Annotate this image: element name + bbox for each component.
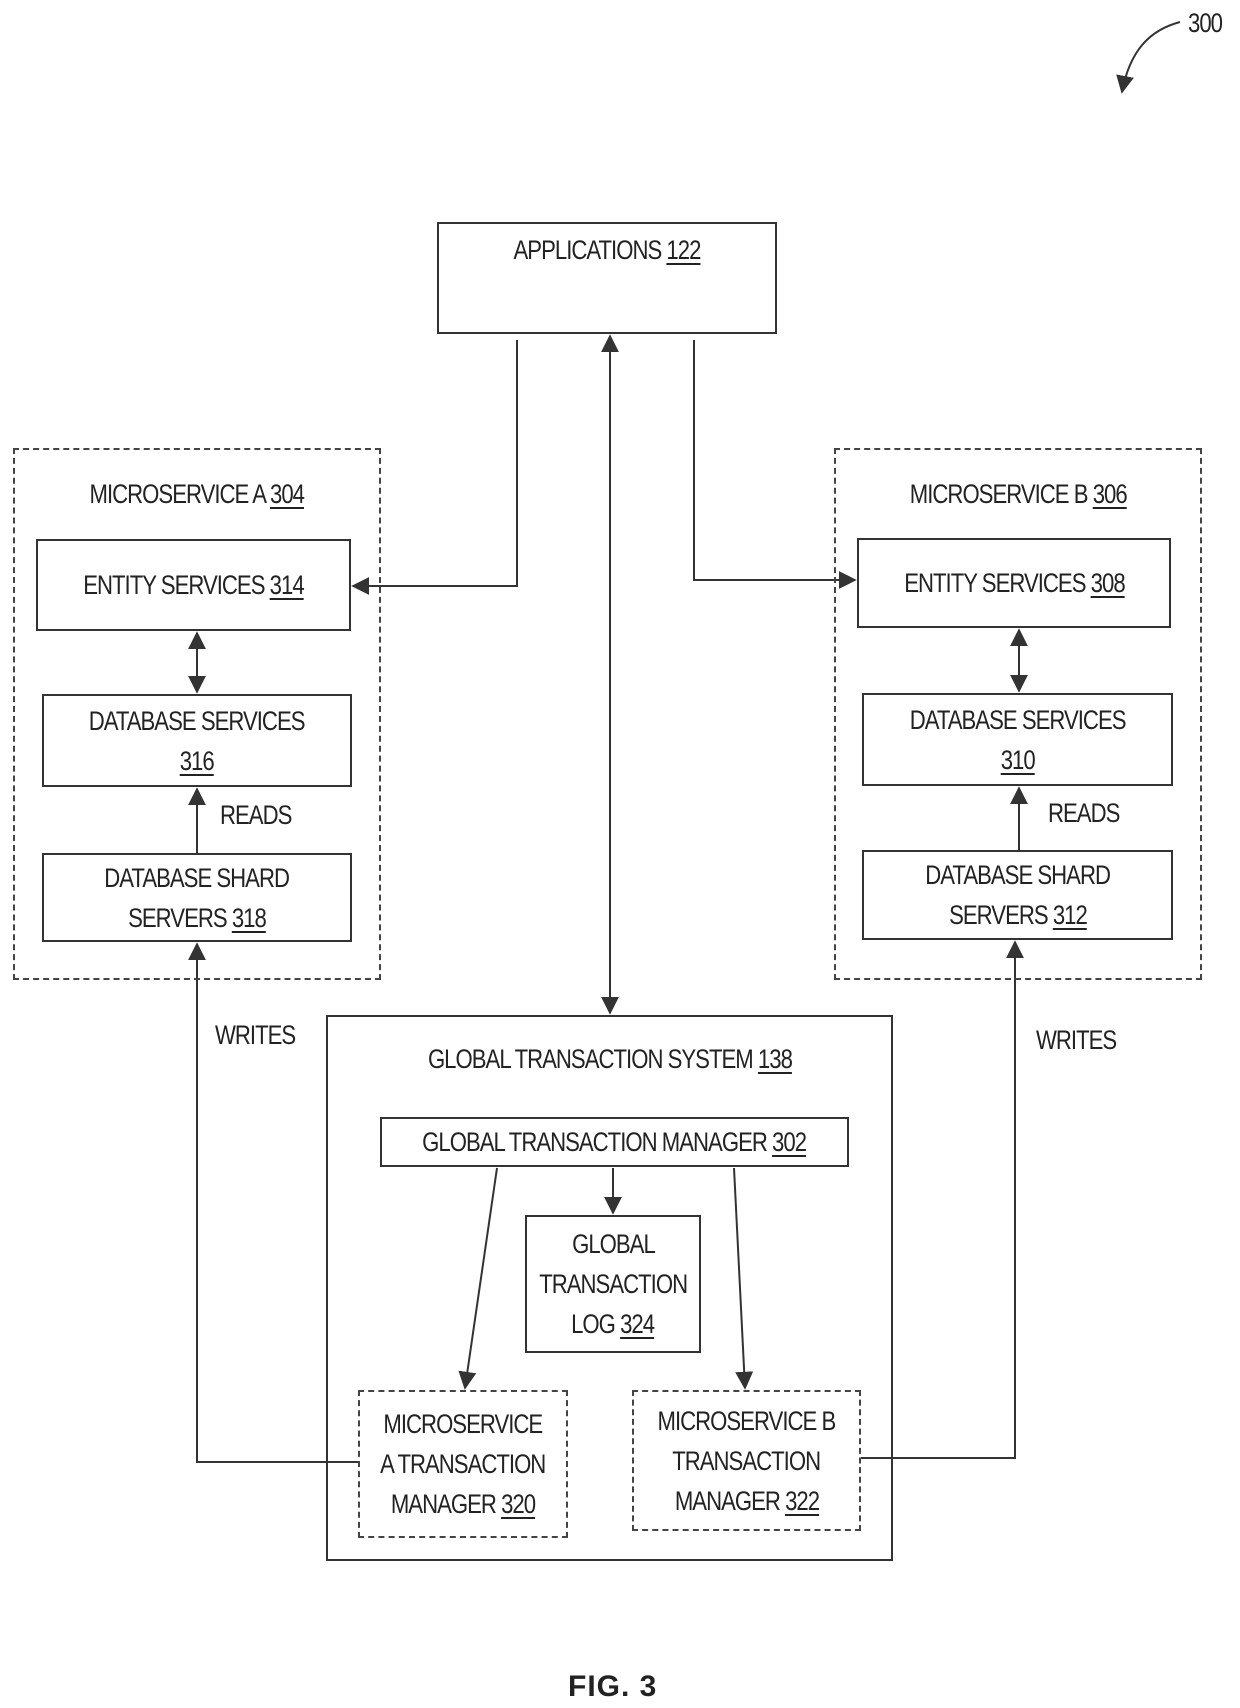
arrow-applications-to-entity-308 bbox=[693, 340, 857, 589]
database-shard-servers-318: DATABASE SHARD SERVERS 318 bbox=[42, 853, 352, 942]
microservice-a-transaction-manager-320: MICROSERVICE A TRANSACTION MANAGER 320 bbox=[358, 1390, 568, 1538]
applications-label: APPLICATIONS 122 bbox=[513, 235, 702, 265]
database-services-310: DATABASE SERVICES 310 bbox=[862, 693, 1173, 786]
applications-box: APPLICATIONS 122 bbox=[437, 222, 777, 334]
global-transaction-log-324: GLOBAL TRANSACTION LOG 324 bbox=[525, 1215, 701, 1353]
global-transaction-manager-302: GLOBAL TRANSACTION MANAGER 302 bbox=[380, 1117, 849, 1167]
microservice-b-transaction-manager-322: MICROSERVICE B TRANSACTION MANAGER 322 bbox=[632, 1390, 861, 1531]
reads-label-a: READS bbox=[220, 800, 292, 830]
database-shard-servers-312: DATABASE SHARD SERVERS 312 bbox=[862, 850, 1173, 940]
entity-services-308: ENTITY SERVICES 308 bbox=[857, 538, 1171, 628]
global-transaction-system-label: GLOBAL TRANSACTION SYSTEM 138 bbox=[427, 1044, 793, 1074]
writes-label-right: WRITES bbox=[1036, 1025, 1117, 1055]
entity-services-314: ENTITY SERVICES 314 bbox=[36, 539, 351, 631]
writes-label-left: WRITES bbox=[215, 1020, 296, 1050]
figure-reference-number: 300 bbox=[1188, 8, 1223, 38]
reads-label-b: READS bbox=[1048, 798, 1120, 828]
database-services-316: DATABASE SERVICES 316 bbox=[42, 694, 352, 787]
microservice-b-label: MICROSERVICE B 306 bbox=[909, 479, 1128, 509]
figure-ref-arrow bbox=[1116, 21, 1181, 94]
figure-caption: FIG. 3 bbox=[568, 1670, 658, 1703]
microservice-a-label: MICROSERVICE A 304 bbox=[89, 479, 305, 509]
